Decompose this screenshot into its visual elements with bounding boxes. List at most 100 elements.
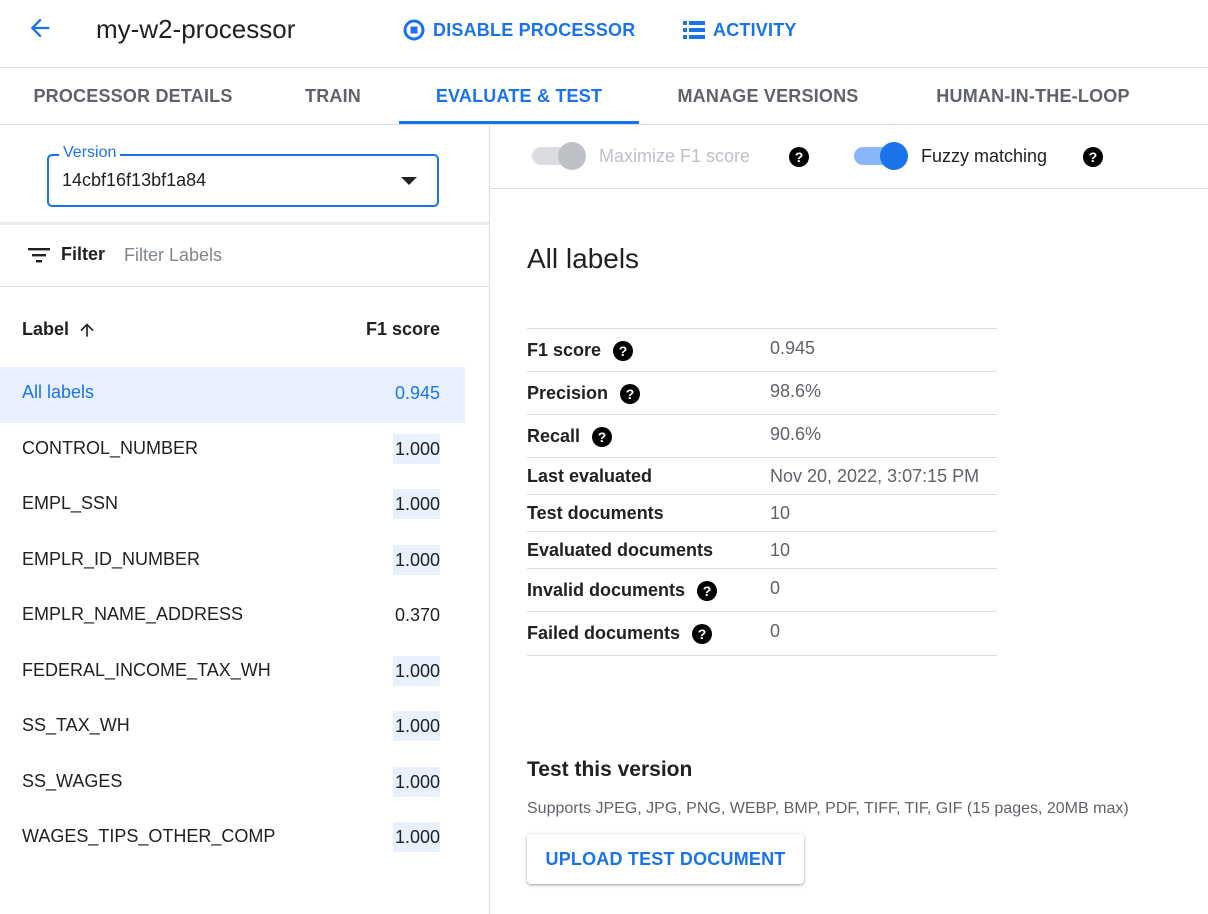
metric-label: Evaluated documents — [527, 540, 714, 560]
row-label: EMPLR_NAME_ADDRESS — [22, 604, 244, 624]
fuzzy-matching-toggle[interactable]: Fuzzy matching — [854, 141, 1047, 171]
row-score: 1.000 — [392, 711, 440, 741]
table-row[interactable]: SS_WAGES 1.000 — [0, 756, 465, 812]
arrow-back-icon — [26, 14, 54, 47]
filter-label: Filter — [61, 244, 106, 264]
row-score: 1.000 — [392, 433, 440, 464]
row-label: FEDERAL_INCOME_TAX_WH — [22, 659, 271, 680]
maximize-f1-label: Maximize F1 score — [599, 145, 751, 166]
row-label: EMPL_SSN — [22, 493, 119, 513]
switch-thumb — [880, 142, 908, 170]
row-label: EMPLR_ID_NUMBER — [22, 548, 201, 569]
label-column-header[interactable]: Label — [22, 319, 97, 340]
labels-table: All labels 0.945 CONTROL_NUMBER 1.000 EM… — [0, 367, 465, 867]
metric-label: F1 score? — [527, 340, 634, 361]
disable-processor-label: DISABLE PROCESSOR — [433, 19, 636, 40]
metric-row-invalid-documents: Invalid documents? 0 — [527, 569, 997, 612]
version-select-label: Version — [59, 144, 121, 162]
row-score: 1.000 — [392, 655, 440, 686]
metric-label-text: F1 score — [527, 340, 602, 360]
metric-label: Recall? — [527, 426, 613, 447]
fuzzy-matching-label: Fuzzy matching — [921, 145, 1048, 166]
activity-button[interactable]: ACTIVITY — [683, 16, 797, 44]
row-score: 1.000 — [392, 544, 440, 575]
caret-down-icon — [401, 177, 417, 185]
metric-label-text: Recall — [527, 426, 581, 446]
metric-value: Nov 20, 2022, 3:07:15 PM — [770, 466, 980, 486]
stop-circle-icon — [403, 19, 425, 41]
metric-value: 10 — [770, 540, 791, 560]
row-score: 1.000 — [392, 766, 440, 797]
table-row[interactable]: FEDERAL_INCOME_TAX_WH 1.000 — [0, 645, 465, 701]
back-button[interactable] — [22, 12, 58, 48]
table-row[interactable]: EMPL_SSN 1.000 — [0, 478, 465, 534]
tab-evaluate-test[interactable]: EVALUATE & TEST — [399, 68, 639, 124]
tab-manage-versions[interactable]: MANAGE VERSIONS — [658, 68, 878, 124]
table-row-all-labels[interactable]: All labels 0.945 — [0, 367, 465, 423]
metric-label-text: Failed documents — [527, 623, 681, 643]
table-header: Label F1 score — [0, 311, 465, 349]
labels-panel: Version 14cbf16f13bf1a84 Filter Label F1… — [0, 125, 490, 914]
metric-row-failed-documents: Failed documents? 0 — [527, 612, 997, 656]
evaluation-panel: Maximize F1 score ? Fuzzy matching ? All… — [490, 125, 1208, 914]
version-select[interactable]: Version 14cbf16f13bf1a84 — [47, 144, 439, 207]
metric-value: 98.6% — [770, 381, 822, 401]
table-row[interactable]: WAGES_TIPS_OTHER_COMP 1.000 — [0, 811, 465, 867]
app-header: my-w2-processor DISABLE PROCESSOR ACTIVI… — [0, 0, 1208, 68]
help-circle-icon[interactable]: ? — [592, 426, 613, 447]
tab-processor-details[interactable]: PROCESSOR DETAILS — [13, 68, 253, 124]
activity-label: ACTIVITY — [713, 19, 797, 40]
metric-row-f1: F1 score? 0.945 — [527, 329, 997, 372]
metric-label-text: Precision — [527, 383, 609, 403]
row-score: 1.000 — [392, 489, 440, 519]
table-row[interactable]: SS_TAX_WH 1.000 — [0, 700, 465, 756]
disable-processor-button[interactable]: DISABLE PROCESSOR — [403, 16, 635, 44]
metric-value: 90.6% — [770, 424, 822, 444]
maximize-f1-switch — [532, 141, 588, 171]
metric-row-last-evaluated: Last evaluated Nov 20, 2022, 3:07:15 PM — [527, 458, 997, 495]
list-icon — [683, 20, 705, 40]
options-bar: Maximize F1 score ? Fuzzy matching ? — [490, 125, 1208, 189]
supported-formats-text: Supports JPEG, JPG, PNG, WEBP, BMP, PDF,… — [527, 800, 1129, 817]
row-score: 1.000 — [392, 822, 440, 852]
metric-value: 0.945 — [770, 338, 816, 358]
help-circle-icon[interactable]: ? — [697, 580, 718, 601]
upload-test-document-button[interactable]: UPLOAD TEST DOCUMENT — [527, 834, 804, 884]
table-row[interactable]: CONTROL_NUMBER 1.000 — [0, 423, 465, 479]
tab-train[interactable]: TRAIN — [283, 68, 383, 124]
metrics-table: F1 score? 0.945 Precision? 98.6% Recall?… — [527, 328, 997, 656]
filter-input[interactable] — [124, 242, 424, 268]
maximize-f1-toggle[interactable]: Maximize F1 score — [532, 141, 750, 171]
metric-label: Precision? — [527, 383, 641, 404]
row-score: 0.945 — [394, 383, 440, 403]
section-title: All labels — [527, 243, 640, 274]
metric-row-recall: Recall? 90.6% — [527, 415, 997, 458]
row-label: SS_WAGES — [22, 770, 123, 791]
label-column-title: Label — [22, 319, 70, 339]
help-circle-icon[interactable]: ? — [692, 623, 713, 644]
help-circle-icon[interactable]: ? — [613, 340, 634, 361]
table-row[interactable]: EMPLR_NAME_ADDRESS 0.370 — [0, 589, 465, 645]
metric-row-precision: Precision? 98.6% — [527, 372, 997, 415]
filter-bar: Filter — [0, 225, 489, 287]
version-select-value: 14cbf16f13bf1a84 — [62, 170, 207, 190]
filter-list-icon[interactable] — [28, 246, 50, 269]
metric-row-test-documents: Test documents 10 — [527, 495, 997, 532]
help-circle-icon[interactable]: ? — [1083, 147, 1103, 167]
metric-label: Failed documents? — [527, 623, 713, 644]
tab-bar: PROCESSOR DETAILS TRAIN EVALUATE & TEST … — [0, 68, 1208, 125]
metric-label: Last evaluated — [527, 466, 653, 486]
test-section-title: Test this version — [527, 758, 693, 781]
row-label: All labels — [22, 382, 95, 402]
row-label: SS_TAX_WH — [22, 715, 130, 735]
help-circle-icon[interactable]: ? — [620, 383, 641, 404]
table-row[interactable]: EMPLR_ID_NUMBER 1.000 — [0, 534, 465, 590]
f1-score-column-header[interactable]: F1 score — [366, 319, 440, 340]
metric-value: 10 — [770, 503, 791, 523]
arrow-upward-icon — [77, 320, 97, 340]
help-circle-icon[interactable]: ? — [789, 147, 809, 167]
tab-human-in-the-loop[interactable]: HUMAN-IN-THE-LOOP — [913, 68, 1153, 124]
metric-value: 0 — [770, 621, 781, 641]
metric-label: Test documents — [527, 503, 664, 523]
row-label: CONTROL_NUMBER — [22, 437, 199, 458]
